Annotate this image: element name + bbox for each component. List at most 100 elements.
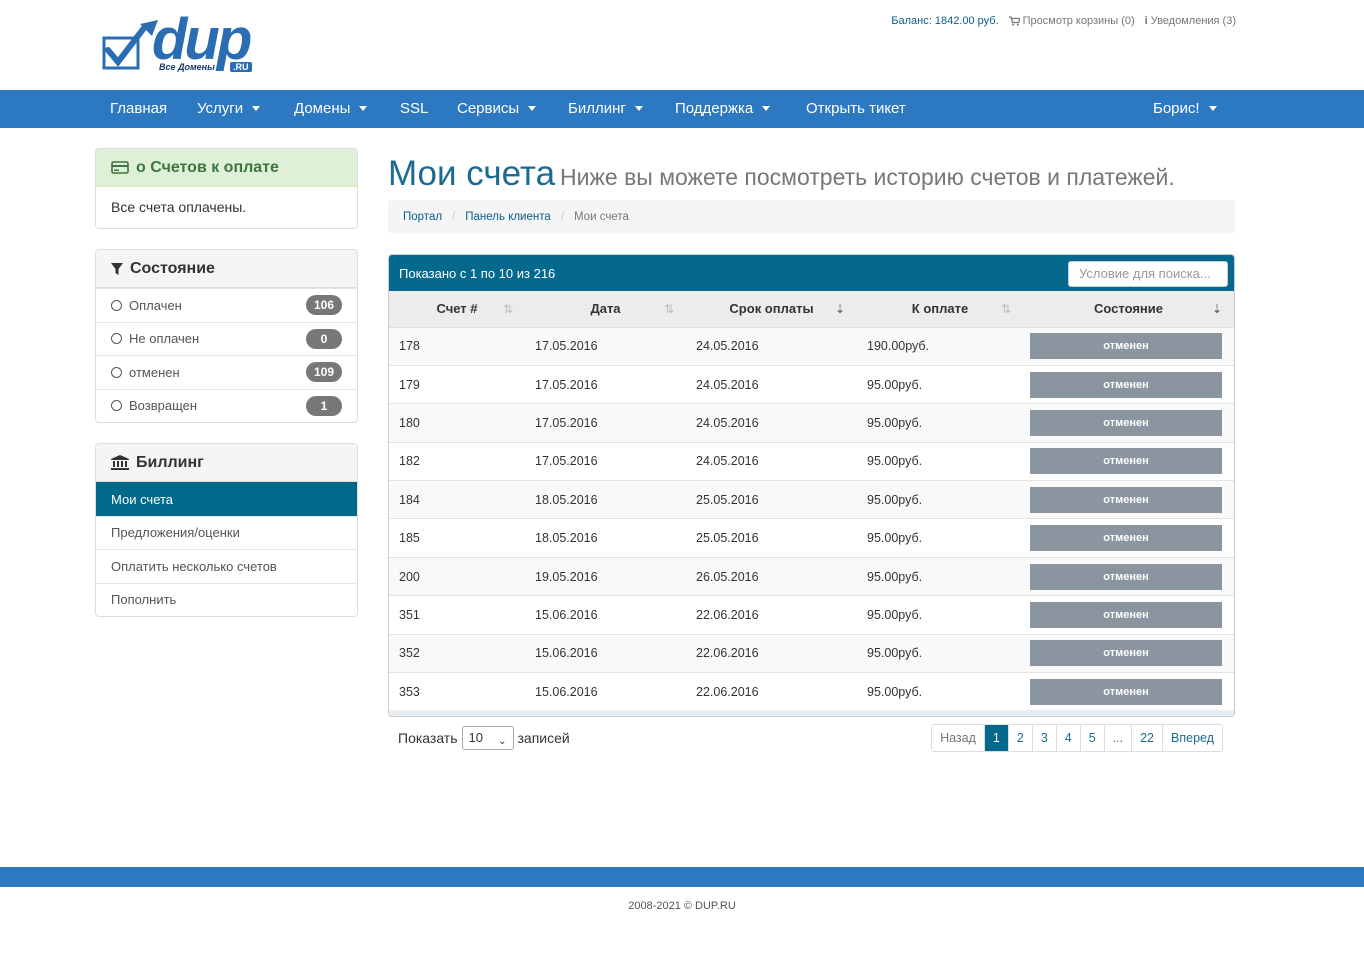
logo-tld: .RU	[230, 62, 252, 72]
nav-ssl[interactable]: SSL	[400, 90, 428, 128]
due-invoices-panel: o Счетов к оплате Все счета оплачены.	[95, 148, 358, 229]
sort-icon: ⇅	[502, 302, 513, 316]
sort-descending-icon: ⇣	[1211, 302, 1222, 316]
column-header-label: Счет #	[436, 301, 478, 317]
nav-open-ticket[interactable]: Открыть тикет	[806, 90, 906, 128]
invoices-table-container: Показано с 1 по 10 из 216 Условие для по…	[388, 254, 1235, 717]
breadcrumb-portal[interactable]: Портал	[403, 211, 442, 223]
nav-user-menu[interactable]: Борис!	[1153, 90, 1217, 128]
table-header-row: Счет # ⇅ Дата ⇅ Срок оплаты ⇣ К оплате ⇅ Сос…	[389, 291, 1234, 328]
pagination-page-5[interactable]: 5	[1079, 725, 1104, 751]
due-invoices-title: o Счетов к оплате	[136, 158, 279, 176]
status-filter-panel: Состояние Оплачен 106 Не оплачен 0 отмен…	[95, 249, 358, 423]
cell-total: 95.00руб.	[857, 480, 1023, 519]
status-badge: отменен	[1030, 409, 1222, 436]
status-filter-paid[interactable]: Оплачен 106	[96, 288, 357, 322]
cell-status: отменен	[1023, 518, 1234, 558]
status-count-badge: 0	[306, 328, 342, 349]
nav-user-label: Борис!	[1153, 100, 1200, 117]
balance-link[interactable]: Баланс: 1842.00 руб.	[891, 15, 998, 27]
nav-tools[interactable]: Сервисы	[457, 90, 537, 128]
radio-icon	[111, 366, 122, 378]
cart-link[interactable]: Просмотр корзины (0)	[1008, 15, 1135, 27]
cell-invoice-number: 180	[389, 403, 525, 443]
table-row[interactable]: 184 18.05.2016 25.05.2016 95.00руб. отменен	[389, 480, 1234, 519]
invoices-table: Счет # ⇅ Дата ⇅ Срок оплаты ⇣ К оплате ⇅ Сос…	[389, 291, 1234, 711]
status-filter-label: Не оплачен	[129, 331, 200, 347]
table-row[interactable]: 178 17.05.2016 24.05.2016 190.00руб. отменен	[389, 326, 1234, 366]
breadcrumb-client-area[interactable]: Панель клиента	[465, 211, 551, 223]
column-header-total[interactable]: К оплате ⇅	[857, 291, 1023, 328]
status-count-badge: 109	[306, 362, 342, 383]
cell-invoice-number: 353	[389, 672, 525, 711]
table-row[interactable]: 180 17.05.2016 24.05.2016 95.00руб. отменен	[389, 403, 1234, 443]
site-logo[interactable]: dup Все Домены .RU	[100, 7, 255, 76]
column-header-due-date[interactable]: Срок оплаты ⇣	[686, 291, 857, 328]
pagination-ellipsis: ...	[1103, 725, 1132, 751]
cell-total: 95.00руб.	[857, 633, 1023, 673]
credit-card-icon	[111, 161, 129, 174]
cell-invoice-number: 200	[389, 556, 525, 596]
nav-open-ticket-label: Открыть тикет	[806, 100, 906, 117]
cell-due-date: 24.05.2016	[686, 403, 857, 443]
cell-date: 19.05.2016	[525, 556, 686, 596]
pagination-prev[interactable]: Назад	[932, 725, 984, 751]
cell-status: отменен	[1023, 326, 1234, 366]
table-row[interactable]: 179 17.05.2016 24.05.2016 95.00руб. отменен	[389, 364, 1234, 404]
table-search-input[interactable]: Условие для поиска...	[1068, 261, 1228, 287]
sort-ascending-icon: ⇣	[834, 302, 845, 316]
radio-icon	[111, 333, 122, 345]
pagination-page-3[interactable]: 3	[1031, 725, 1056, 751]
pagination-next[interactable]: Вперед	[1162, 725, 1222, 751]
cell-status: отменен	[1023, 595, 1234, 635]
table-row[interactable]: 182 17.05.2016 24.05.2016 95.00руб. отменен	[389, 441, 1234, 481]
breadcrumb-separator: /	[452, 210, 456, 223]
billing-menu-add-funds[interactable]: Пополнить	[96, 582, 357, 617]
nav-home-label: Главная	[110, 100, 168, 117]
cell-date: 17.05.2016	[525, 441, 686, 481]
table-row[interactable]: 185 18.05.2016 25.05.2016 95.00руб. отменен	[389, 518, 1234, 558]
nav-home[interactable]: Главная	[110, 90, 167, 128]
status-filter-cancelled[interactable]: отменен 109	[96, 355, 357, 389]
column-header-date[interactable]: Дата ⇅	[525, 291, 686, 328]
cell-due-date: 24.05.2016	[686, 364, 857, 404]
nav-support[interactable]: Поддержка	[675, 90, 771, 128]
cell-due-date: 24.05.2016	[686, 441, 857, 481]
cell-total: 190.00руб.	[857, 326, 1023, 366]
table-row[interactable]: 200 19.05.2016 26.05.2016 95.00руб. отменен	[389, 556, 1234, 596]
status-filter-refunded[interactable]: Возвращен 1	[96, 388, 357, 423]
column-header-status[interactable]: Состояние ⇣	[1023, 291, 1234, 328]
header: dup Все Домены .RU Баланс: 1842.00 руб. …	[0, 0, 1364, 90]
cell-status: отменен	[1023, 364, 1234, 404]
cell-due-date: 25.05.2016	[686, 480, 857, 519]
cell-due-date: 25.05.2016	[686, 518, 857, 558]
nav-services[interactable]: Услуги	[197, 90, 261, 128]
cell-invoice-number: 184	[389, 480, 525, 519]
pagination-page-1[interactable]: 1	[983, 725, 1008, 751]
billing-menu-my-invoices[interactable]: Мои счета	[96, 482, 357, 516]
column-header-invoice-number[interactable]: Счет # ⇅	[389, 291, 525, 328]
status-count-badge: 1	[306, 395, 342, 416]
cell-invoice-number: 352	[389, 633, 525, 673]
billing-menu-quotes[interactable]: Предложения/оценки	[96, 515, 357, 550]
pagination-page-2[interactable]: 2	[1007, 725, 1032, 751]
page-size-select[interactable]: 10 ⌄	[461, 726, 514, 750]
table-row[interactable]: 353 15.06.2016 22.06.2016 95.00руб. отменен	[389, 672, 1234, 711]
notifications-link[interactable]: i Уведомления (3)	[1145, 15, 1236, 27]
cell-status: отменен	[1023, 556, 1234, 596]
cell-date: 17.05.2016	[525, 326, 686, 366]
pagination-page-22[interactable]: 22	[1131, 725, 1163, 751]
nav-billing[interactable]: Биллинг	[568, 90, 643, 128]
nav-domains[interactable]: Домены	[294, 90, 368, 128]
cell-invoice-number: 185	[389, 518, 525, 558]
table-row[interactable]: 351 15.06.2016 22.06.2016 95.00руб. отменен	[389, 595, 1234, 635]
cell-total: 95.00руб.	[857, 518, 1023, 558]
billing-menu-mass-pay[interactable]: Оплатить несколько счетов	[96, 549, 357, 583]
table-row[interactable]: 352 15.06.2016 22.06.2016 95.00руб. отменен	[389, 633, 1234, 673]
pagination-page-4[interactable]: 4	[1055, 725, 1080, 751]
status-filter-title: Состояние	[130, 259, 215, 277]
cell-date: 18.05.2016	[525, 518, 686, 558]
cell-date: 18.05.2016	[525, 480, 686, 519]
status-filter-unpaid[interactable]: Не оплачен 0	[96, 321, 357, 356]
caret-down-icon	[359, 105, 368, 111]
